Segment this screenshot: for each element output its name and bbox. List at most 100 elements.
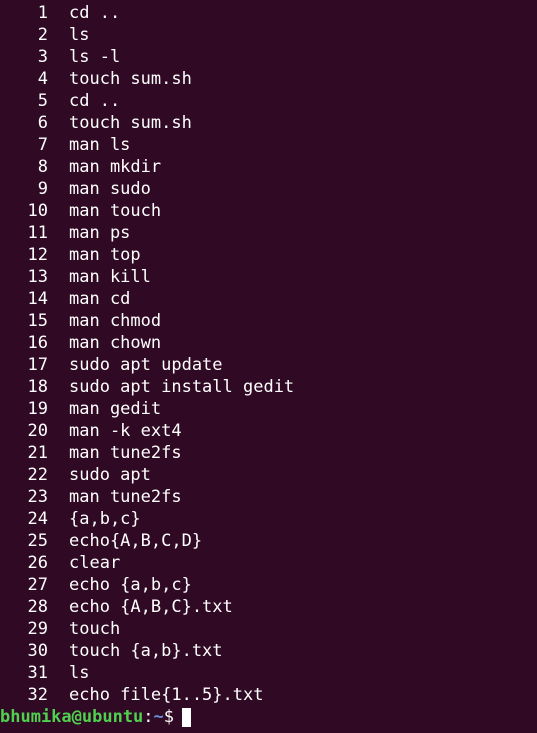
history-row: 1 cd .. [0,2,537,24]
history-row: 21 man tune2fs [0,442,537,464]
history-number: 26 [27,553,48,573]
history-number: 15 [27,311,48,331]
history-row: 12 man top [0,244,537,266]
history-row: 10 man touch [0,200,537,222]
history-command: touch [69,619,121,639]
history-row: 28 echo {A,B,C}.txt [0,596,537,618]
prompt-separator: : [143,707,154,727]
history-command: cd .. [69,3,121,23]
history-number: 19 [27,399,48,419]
prompt-path: ~ [153,707,164,727]
history-row: 14 man cd [0,288,537,310]
history-number: 32 [27,685,48,705]
history-row: 9 man sudo [0,178,537,200]
history-command: sudo apt [69,465,151,485]
history-command: echo{A,B,C,D} [69,531,203,551]
history-row: 22 sudo apt [0,464,537,486]
history-number: 14 [27,289,48,309]
history-command: touch {a,b}.txt [69,641,223,661]
history-number: 6 [37,113,48,133]
history-number: 7 [37,135,48,155]
history-command: echo file{1..5}.txt [69,685,264,705]
history-command: ls [69,663,90,683]
history-number: 4 [37,69,48,89]
history-row: 32 echo file{1..5}.txt [0,684,537,706]
history-row: 8 man mkdir [0,156,537,178]
history-command: ls -l [69,47,121,67]
history-command: man kill [69,267,151,287]
history-number: 13 [27,267,48,287]
history-row: 5 cd .. [0,90,537,112]
history-command: man tune2fs [69,487,182,507]
history-row: 16 man chown [0,332,537,354]
history-output: 1 cd .. 2 ls 3 ls -l 4 touch sum.sh 5 cd .. 6 touch… [0,2,537,706]
history-command: cd .. [69,91,121,111]
history-row: 24 {a,b,c} [0,508,537,530]
history-number: 17 [27,355,48,375]
history-number: 27 [27,575,48,595]
history-row: 25 echo{A,B,C,D} [0,530,537,552]
history-number: 21 [27,443,48,463]
history-command: sudo apt update [69,355,223,375]
history-row: 15 man chmod [0,310,537,332]
history-command: clear [69,553,121,573]
history-command: touch sum.sh [69,113,192,133]
history-number: 24 [27,509,48,529]
history-row: 31 ls [0,662,537,684]
prompt-line[interactable]: bhumika@ubuntu: ~ $ [0,706,537,728]
history-row: 19 man gedit [0,398,537,420]
history-row: 18 sudo apt install gedit [0,376,537,398]
history-number: 5 [37,91,48,111]
history-number: 18 [27,377,48,397]
history-command: sudo apt install gedit [69,377,295,397]
history-row: 7 man ls [0,134,537,156]
history-command: man ps [69,223,131,243]
history-command: {a,b,c} [69,509,141,529]
history-number: 10 [27,201,48,221]
terminal-window[interactable]: 1 cd .. 2 ls 3 ls -l 4 touch sum.sh 5 cd .. 6 touch… [0,0,537,733]
history-row: 30 touch {a,b}.txt [0,640,537,662]
history-command: man gedit [69,399,162,419]
history-number: 31 [27,663,48,683]
history-number: 3 [37,47,48,67]
history-row: 2 ls [0,24,537,46]
history-command: man tune2fs [69,443,182,463]
history-row: 13 man kill [0,266,537,288]
history-number: 16 [27,333,48,353]
history-number: 23 [27,487,48,507]
history-row: 23 man tune2fs [0,486,537,508]
prompt-user-host: bhumika@ubuntu [0,707,144,727]
history-number: 11 [27,223,48,243]
history-row: 20 man -k ext4 [0,420,537,442]
history-command: touch sum.sh [69,69,192,89]
history-row: 26 clear [0,552,537,574]
history-number: 2 [37,25,48,45]
history-number: 12 [27,245,48,265]
history-command: ls [69,25,90,45]
history-number: 8 [37,157,48,177]
text-cursor[interactable] [182,708,192,727]
history-command: echo {A,B,C}.txt [69,597,233,617]
history-number: 22 [27,465,48,485]
history-number: 20 [27,421,48,441]
history-number: 29 [27,619,48,639]
history-command: man top [69,245,141,265]
history-row: 11 man ps [0,222,537,244]
prompt-symbol: $ [163,707,175,727]
history-command: man chown [69,333,162,353]
history-command: man sudo [69,179,151,199]
history-number: 1 [37,3,48,23]
history-command: man cd [69,289,131,309]
history-command: man -k ext4 [69,421,182,441]
history-number: 25 [27,531,48,551]
history-number: 30 [27,641,48,661]
history-row: 29 touch [0,618,537,640]
history-command: man touch [69,201,162,221]
history-command: man chmod [69,311,162,331]
history-row: 6 touch sum.sh [0,112,537,134]
history-row: 27 echo {a,b,c} [0,574,537,596]
history-row: 3 ls -l [0,46,537,68]
history-command: man ls [69,135,131,155]
history-row: 4 touch sum.sh [0,68,537,90]
history-command: man mkdir [69,157,162,177]
